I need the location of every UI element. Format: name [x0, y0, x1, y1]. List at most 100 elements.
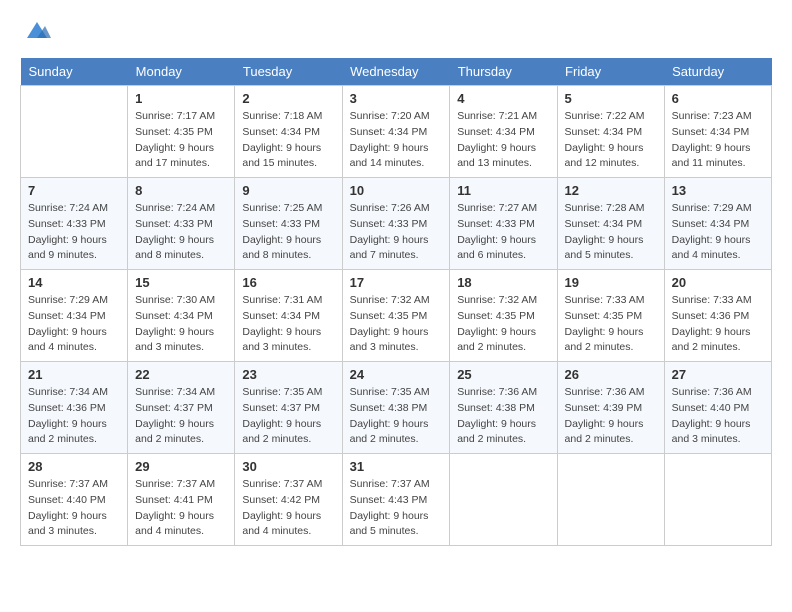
day-of-week-header: Saturday — [664, 58, 771, 86]
day-number: 13 — [672, 183, 764, 198]
day-info: Sunrise: 7:21 AM Sunset: 4:34 PM Dayligh… — [457, 109, 549, 172]
day-number: 22 — [135, 367, 227, 382]
day-number: 11 — [457, 183, 549, 198]
calendar-cell: 4Sunrise: 7:21 AM Sunset: 4:34 PM Daylig… — [450, 86, 557, 178]
day-number: 29 — [135, 459, 227, 474]
day-number: 18 — [457, 275, 549, 290]
calendar-cell: 18 Sunrise: 7:32 AM Sunset: 4:35 PM Dayli… — [450, 270, 557, 362]
calendar-cell — [664, 454, 771, 546]
day-info: Sunrise: 7:36 AM Sunset: 4:40 PM Dayligh… — [672, 385, 764, 448]
day-number: 16 — [242, 275, 334, 290]
day-info: Sunrise: 7:23 AM Sunset: 4:34 PM Dayligh… — [672, 109, 764, 172]
calendar-header-row: SundayMondayTuesdayWednesdayThursdayFrid… — [21, 58, 772, 86]
day-info: Sunrise: 7:29 AM Sunset: 4:34 PM Dayligh… — [672, 201, 764, 264]
calendar-week-row: 1 Sunrise: 7:17 AM Sunset: 4:35 PM Daylig… — [21, 86, 772, 178]
day-info: Sunrise: 7:24 AM Sunset: 4:33 PM Dayligh… — [28, 201, 120, 264]
day-info: Sunrise: 7:37 AM Sunset: 4:41 PM Dayligh… — [135, 477, 227, 540]
calendar-week-row: 21 Sunrise: 7:34 AM Sunset: 4:36 PM Dayli… — [21, 362, 772, 454]
calendar-cell: 30 Sunrise: 7:37 AM Sunset: 4:42 PM Dayli… — [235, 454, 342, 546]
day-number: 2 — [242, 91, 334, 106]
day-info: Sunrise: 7:37 AM Sunset: 4:40 PM Dayligh… — [28, 477, 120, 540]
calendar-cell: 29 Sunrise: 7:37 AM Sunset: 4:41 PM Dayli… — [128, 454, 235, 546]
calendar-cell: 25Sunrise: 7:36 AM Sunset: 4:38 PM Dayli… — [450, 362, 557, 454]
day-info: Sunrise: 7:20 AM Sunset: 4:34 PM Dayligh… — [350, 109, 443, 172]
day-number: 17 — [350, 275, 443, 290]
calendar-week-row: 7 Sunrise: 7:24 AM Sunset: 4:33 PM Daylig… — [21, 178, 772, 270]
calendar-cell: 11Sunrise: 7:27 AM Sunset: 4:33 PM Dayli… — [450, 178, 557, 270]
day-number: 21 — [28, 367, 120, 382]
day-of-week-header: Monday — [128, 58, 235, 86]
day-info: Sunrise: 7:31 AM Sunset: 4:34 PM Dayligh… — [242, 293, 334, 356]
day-info: Sunrise: 7:33 AM Sunset: 4:36 PM Dayligh… — [672, 293, 764, 356]
day-number: 28 — [28, 459, 120, 474]
day-info: Sunrise: 7:33 AM Sunset: 4:35 PM Dayligh… — [565, 293, 657, 356]
day-info: Sunrise: 7:35 AM Sunset: 4:38 PM Dayligh… — [350, 385, 443, 448]
day-number: 24 — [350, 367, 443, 382]
day-number: 19 — [565, 275, 657, 290]
calendar-cell: 23 Sunrise: 7:35 AM Sunset: 4:37 PM Dayli… — [235, 362, 342, 454]
day-info: Sunrise: 7:37 AM Sunset: 4:42 PM Dayligh… — [242, 477, 334, 540]
day-of-week-header: Thursday — [450, 58, 557, 86]
calendar-cell: 27 Sunrise: 7:36 AM Sunset: 4:40 PM Dayli… — [664, 362, 771, 454]
day-info: Sunrise: 7:24 AM Sunset: 4:33 PM Dayligh… — [135, 201, 227, 264]
day-info: Sunrise: 7:34 AM Sunset: 4:36 PM Dayligh… — [28, 385, 120, 448]
day-number: 10 — [350, 183, 443, 198]
calendar-cell: 22Sunrise: 7:34 AM Sunset: 4:37 PM Dayli… — [128, 362, 235, 454]
day-number: 1 — [135, 91, 227, 106]
calendar-cell: 17 Sunrise: 7:32 AM Sunset: 4:35 PM Dayli… — [342, 270, 450, 362]
day-info: Sunrise: 7:28 AM Sunset: 4:34 PM Dayligh… — [565, 201, 657, 264]
day-info: Sunrise: 7:37 AM Sunset: 4:43 PM Dayligh… — [350, 477, 443, 540]
day-number: 27 — [672, 367, 764, 382]
logo — [20, 20, 51, 42]
calendar-cell: 31 Sunrise: 7:37 AM Sunset: 4:43 PM Dayli… — [342, 454, 450, 546]
day-number: 31 — [350, 459, 443, 474]
day-info: Sunrise: 7:26 AM Sunset: 4:33 PM Dayligh… — [350, 201, 443, 264]
calendar-week-row: 28 Sunrise: 7:37 AM Sunset: 4:40 PM Dayli… — [21, 454, 772, 546]
page-header — [20, 20, 772, 42]
calendar-cell: 3 Sunrise: 7:20 AM Sunset: 4:34 PM Daylig… — [342, 86, 450, 178]
day-info: Sunrise: 7:32 AM Sunset: 4:35 PM Dayligh… — [457, 293, 549, 356]
calendar-cell: 19 Sunrise: 7:33 AM Sunset: 4:35 PM Dayli… — [557, 270, 664, 362]
day-info: Sunrise: 7:36 AM Sunset: 4:39 PM Dayligh… — [565, 385, 657, 448]
calendar-cell: 16 Sunrise: 7:31 AM Sunset: 4:34 PM Dayli… — [235, 270, 342, 362]
calendar-cell: 21 Sunrise: 7:34 AM Sunset: 4:36 PM Dayli… — [21, 362, 128, 454]
calendar-cell — [450, 454, 557, 546]
calendar-cell: 12 Sunrise: 7:28 AM Sunset: 4:34 PM Dayli… — [557, 178, 664, 270]
day-number: 26 — [565, 367, 657, 382]
day-of-week-header: Sunday — [21, 58, 128, 86]
day-number: 30 — [242, 459, 334, 474]
calendar-cell: 14 Sunrise: 7:29 AM Sunset: 4:34 PM Dayli… — [21, 270, 128, 362]
calendar-cell — [21, 86, 128, 178]
calendar-cell: 9 Sunrise: 7:25 AM Sunset: 4:33 PM Daylig… — [235, 178, 342, 270]
calendar-cell: 26 Sunrise: 7:36 AM Sunset: 4:39 PM Dayli… — [557, 362, 664, 454]
day-info: Sunrise: 7:25 AM Sunset: 4:33 PM Dayligh… — [242, 201, 334, 264]
calendar-cell: 2 Sunrise: 7:18 AM Sunset: 4:34 PM Daylig… — [235, 86, 342, 178]
day-of-week-header: Wednesday — [342, 58, 450, 86]
day-info: Sunrise: 7:35 AM Sunset: 4:37 PM Dayligh… — [242, 385, 334, 448]
day-number: 5 — [565, 91, 657, 106]
day-number: 23 — [242, 367, 334, 382]
day-info: Sunrise: 7:32 AM Sunset: 4:35 PM Dayligh… — [350, 293, 443, 356]
calendar-cell — [557, 454, 664, 546]
day-number: 7 — [28, 183, 120, 198]
day-info: Sunrise: 7:18 AM Sunset: 4:34 PM Dayligh… — [242, 109, 334, 172]
day-info: Sunrise: 7:17 AM Sunset: 4:35 PM Dayligh… — [135, 109, 227, 172]
day-info: Sunrise: 7:22 AM Sunset: 4:34 PM Dayligh… — [565, 109, 657, 172]
day-number: 15 — [135, 275, 227, 290]
day-info: Sunrise: 7:36 AM Sunset: 4:38 PM Dayligh… — [457, 385, 549, 448]
calendar-cell: 8 Sunrise: 7:24 AM Sunset: 4:33 PM Daylig… — [128, 178, 235, 270]
calendar-cell: 5 Sunrise: 7:22 AM Sunset: 4:34 PM Daylig… — [557, 86, 664, 178]
calendar-cell: 13 Sunrise: 7:29 AM Sunset: 4:34 PM Dayli… — [664, 178, 771, 270]
day-number: 3 — [350, 91, 443, 106]
calendar-cell: 28 Sunrise: 7:37 AM Sunset: 4:40 PM Dayli… — [21, 454, 128, 546]
logo-icon — [23, 20, 51, 42]
calendar-cell: 1 Sunrise: 7:17 AM Sunset: 4:35 PM Daylig… — [128, 86, 235, 178]
calendar-table: SundayMondayTuesdayWednesdayThursdayFrid… — [20, 58, 772, 546]
day-number: 12 — [565, 183, 657, 198]
day-of-week-header: Tuesday — [235, 58, 342, 86]
day-number: 8 — [135, 183, 227, 198]
day-info: Sunrise: 7:29 AM Sunset: 4:34 PM Dayligh… — [28, 293, 120, 356]
calendar-cell: 10 Sunrise: 7:26 AM Sunset: 4:33 PM Dayli… — [342, 178, 450, 270]
day-number: 14 — [28, 275, 120, 290]
day-number: 9 — [242, 183, 334, 198]
